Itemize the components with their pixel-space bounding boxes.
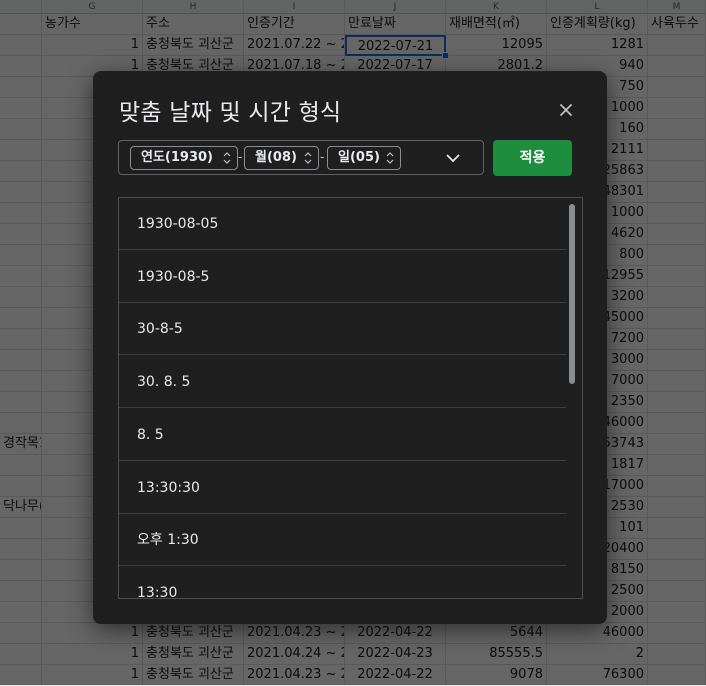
day-format-chip[interactable]: 일(05) — [327, 146, 401, 170]
separator-dash: - — [320, 150, 325, 164]
apply-button[interactable]: 적용 — [493, 140, 572, 176]
format-option[interactable]: 30. 8. 5 — [119, 356, 566, 409]
format-option[interactable]: 오후 1:30 — [119, 514, 566, 567]
up-down-chevron-icon — [386, 152, 394, 164]
format-option[interactable]: 30-8-5 — [119, 303, 566, 356]
dialog-title: 맞춤 날짜 및 시간 형식 — [119, 100, 342, 126]
month-chip-label: 월(08) — [255, 150, 297, 165]
year-format-chip[interactable]: 연도(1930) — [130, 146, 238, 170]
custom-date-time-format-dialog: 맞춤 날짜 및 시간 형식 연도(1930) - 월(08) - 일(05) 적… — [93, 71, 607, 624]
day-chip-label: 일(05) — [338, 150, 380, 165]
close-button[interactable] — [553, 97, 579, 123]
format-suggestions-list: 1930-08-05 1930-08-5 30-8-5 30. 8. 5 8. 5 13:… — [118, 197, 583, 599]
month-format-chip[interactable]: 월(08) — [244, 146, 319, 170]
format-option[interactable]: 1930-08-05 — [119, 198, 566, 250]
format-option[interactable]: 13:30 — [119, 567, 566, 598]
up-down-chevron-icon — [304, 152, 312, 164]
up-down-chevron-icon — [223, 152, 231, 164]
chevron-down-icon[interactable] — [445, 153, 461, 163]
format-option[interactable]: 8. 5 — [119, 409, 566, 461]
close-icon — [560, 104, 572, 116]
format-option[interactable]: 13:30:30 — [119, 462, 566, 514]
scrollbar-thumb[interactable] — [569, 204, 575, 384]
format-option[interactable]: 1930-08-5 — [119, 251, 566, 303]
year-chip-label: 연도(1930) — [141, 150, 213, 165]
separator-dash: - — [238, 150, 243, 164]
format-builder-input[interactable]: 연도(1930) - 월(08) - 일(05) — [118, 140, 484, 175]
